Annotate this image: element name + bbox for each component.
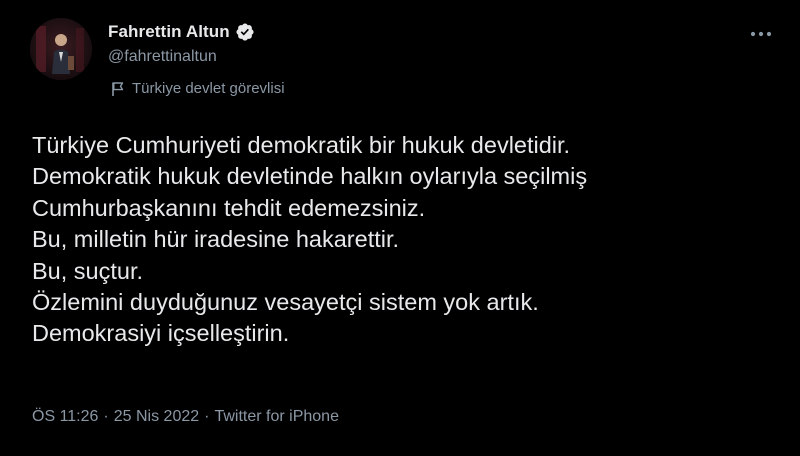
tweet-text: Türkiye Cumhuriyeti demokratik bir hukuk…	[32, 130, 772, 350]
avatar-image	[30, 18, 92, 80]
tweet-date[interactable]: 25 Nis 2022	[114, 408, 199, 426]
author-display-name[interactable]: Fahrettin Altun	[108, 22, 230, 42]
more-options-button[interactable]	[748, 24, 774, 44]
verified-badge-icon	[235, 22, 255, 42]
tweet-text-line: Bu, suçtur.	[32, 257, 144, 284]
tweet-text-line: Cumhurbaşkanını tehdit edemezsiniz.	[32, 194, 426, 221]
author-name-row: Fahrettin Altun	[108, 20, 255, 44]
more-options-icon	[750, 31, 772, 37]
tweet-source[interactable]: Twitter for iPhone	[214, 408, 339, 426]
tweet-card: Fahrettin Altun @fahrettinaltun Türkiye …	[0, 0, 800, 456]
tweet-text-line: Demokratik hukuk devletinde halkın oylar…	[32, 163, 588, 190]
avatar[interactable]	[30, 18, 92, 80]
author-handle[interactable]: @fahrettinaltun	[108, 48, 217, 66]
tweet-text-line: Özlemini duyduğunuz vesayetçi sistem yok…	[32, 289, 539, 316]
flag-icon	[110, 81, 126, 97]
tweet-text-line: Demokrasiyi içselleştirin.	[32, 320, 290, 347]
affiliation-label: Türkiye devlet görevlisi	[110, 80, 285, 97]
meta-separator: ·	[103, 408, 109, 425]
tweet-text-line: Türkiye Cumhuriyeti demokratik bir hukuk…	[32, 132, 571, 158]
affiliation-text: Türkiye devlet görevlisi	[132, 80, 285, 97]
meta-separator: ·	[204, 408, 210, 425]
tweet-text-line: Bu, milletin hür iradesine hakarettir.	[32, 226, 400, 253]
tweet-time[interactable]: ÖS 11:26	[32, 408, 98, 426]
tweet-meta: ÖS 11:26 · 25 Nis 2022 · Twitter for iPh…	[32, 408, 339, 426]
